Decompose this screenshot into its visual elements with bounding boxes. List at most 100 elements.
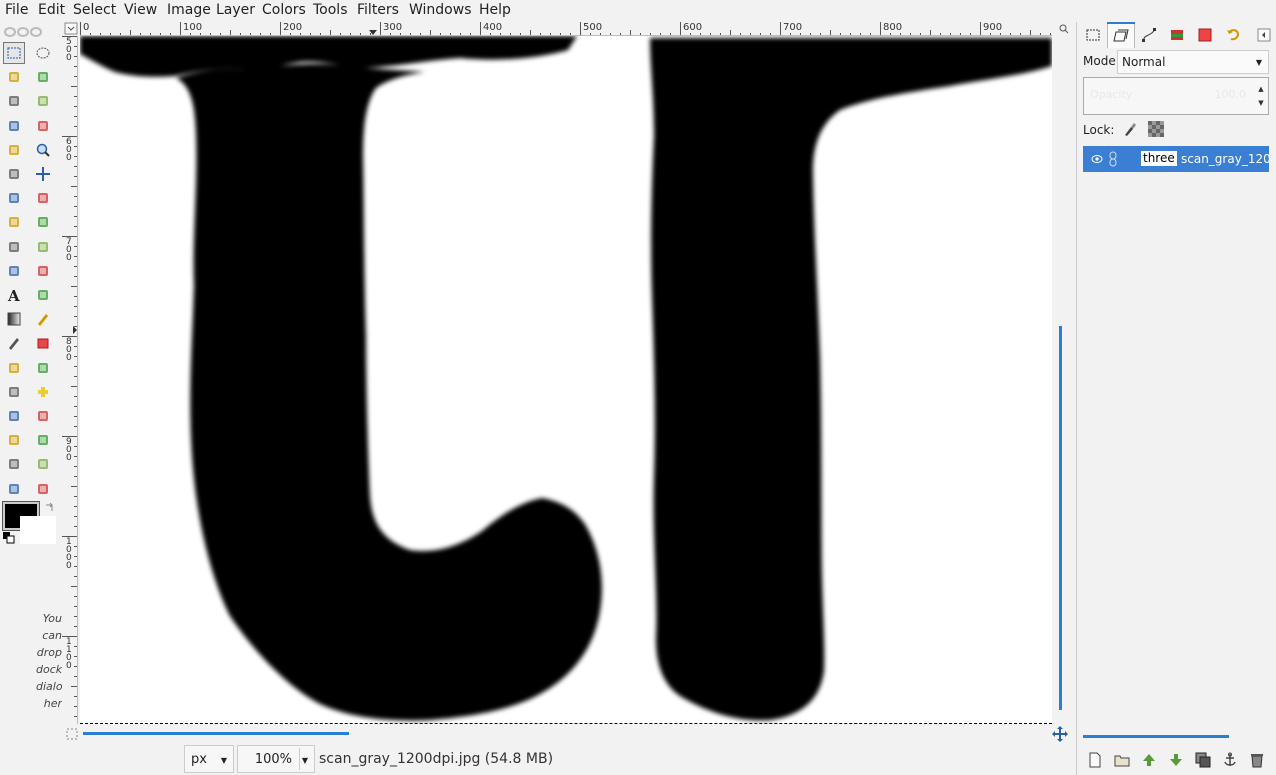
tool-foreground-select[interactable] xyxy=(3,115,25,137)
lower-layer-button[interactable] xyxy=(1166,750,1186,770)
menu-windows[interactable]: Windows xyxy=(409,2,472,18)
layer-row[interactable]: three scan_gray_1200dpi.jpg xyxy=(1083,146,1269,172)
color-picker-icon xyxy=(9,144,19,155)
tool-paths[interactable] xyxy=(32,115,54,137)
tool-rotate[interactable] xyxy=(3,211,25,233)
tool-cage-transform[interactable] xyxy=(32,260,54,282)
tool-select-by-color[interactable] xyxy=(3,90,25,112)
tool-airbrush[interactable] xyxy=(3,357,25,379)
anchor-layer-button[interactable] xyxy=(1220,750,1240,770)
navigate-icon[interactable] xyxy=(1052,726,1068,742)
vertical-scrollbar[interactable] xyxy=(1058,36,1064,724)
horizontal-scrollbar[interactable] xyxy=(80,730,1052,736)
chain-link-icon[interactable] xyxy=(1107,150,1119,168)
tool-measure[interactable] xyxy=(3,163,25,185)
menu-edit[interactable]: Edit xyxy=(38,2,65,18)
tool-heal[interactable] xyxy=(32,381,54,403)
new-layer-button[interactable] xyxy=(1085,750,1105,770)
menu-view[interactable]: View xyxy=(124,2,157,18)
tool-perspective[interactable] xyxy=(32,236,54,258)
menu-colors[interactable]: Colors xyxy=(262,2,306,18)
tool-smudge[interactable] xyxy=(3,429,25,451)
background-color-swatch[interactable] xyxy=(20,516,56,544)
tool-gegl-operation[interactable] xyxy=(32,478,54,500)
quick-mask-icon[interactable] xyxy=(66,728,78,740)
new-layer-group-button[interactable] xyxy=(1112,750,1132,770)
tab-patterns[interactable] xyxy=(1163,22,1191,48)
scrollbar-thumb[interactable] xyxy=(83,732,349,735)
tool-unified-transform[interactable] xyxy=(3,453,25,475)
tab-paths[interactable] xyxy=(1135,22,1163,48)
swap-colors-icon[interactable] xyxy=(44,502,56,514)
tool-eraser[interactable] xyxy=(32,332,54,354)
opacity-spinner[interactable]: ▲ ▼ xyxy=(1256,82,1266,110)
tool-dodge-burn[interactable] xyxy=(32,429,54,451)
duplicate-layer-button[interactable] xyxy=(1193,750,1213,770)
ruler-label: 300 xyxy=(383,22,403,33)
file-info: scan_gray_1200dpi.jpg (54.8 MB) xyxy=(319,751,554,767)
tool-handle-transform[interactable] xyxy=(32,453,54,475)
tool-warp-transform[interactable] xyxy=(3,478,25,500)
tool-zoom[interactable] xyxy=(32,139,54,161)
menu-file[interactable]: File xyxy=(5,2,28,18)
tool-bucket-fill[interactable] xyxy=(32,284,54,306)
menu-layer[interactable]: Layer xyxy=(216,2,255,18)
tab-layers[interactable] xyxy=(1107,22,1135,48)
menu-select[interactable]: Select xyxy=(73,2,116,18)
tab-palettes[interactable] xyxy=(1191,22,1219,48)
lock-alpha-icon[interactable] xyxy=(1148,121,1164,137)
image-canvas[interactable] xyxy=(80,36,1052,724)
menu-filters[interactable]: Filters xyxy=(357,2,399,18)
scrollbar-thumb[interactable] xyxy=(1059,326,1062,710)
menu-tools[interactable]: Tools xyxy=(313,2,348,18)
tool-crop[interactable] xyxy=(32,187,54,209)
tool-paintbrush[interactable] xyxy=(3,332,25,354)
layer-name[interactable]: scan_gray_1200dpi.jpg xyxy=(1181,152,1269,166)
tool-scale[interactable] xyxy=(32,211,54,233)
horizontal-ruler[interactable]: 0 100 200 300 400 500 600 700 800 900 xyxy=(80,22,1052,36)
tool-rect-select[interactable] xyxy=(3,42,25,64)
vertical-ruler[interactable]: 500 600 700 800 900 1000 1100 xyxy=(62,36,78,724)
default-colors-icon[interactable] xyxy=(3,532,15,544)
zoom-fit-icon[interactable] xyxy=(1059,24,1069,34)
mode-select[interactable]: Normal ▼ xyxy=(1117,50,1269,74)
tool-ellipse-select[interactable] xyxy=(32,42,54,64)
tool-pencil[interactable] xyxy=(32,308,54,330)
tool-fuzzy-select[interactable] xyxy=(32,66,54,88)
dock-menu-icon[interactable] xyxy=(1257,28,1271,42)
tool-clone[interactable] xyxy=(3,381,25,403)
layers-scrollbar[interactable] xyxy=(1083,735,1229,738)
duplicate-icon xyxy=(1195,752,1211,768)
tool-shear[interactable] xyxy=(3,236,25,258)
align-icon xyxy=(9,193,19,204)
tool-free-select[interactable] xyxy=(3,66,25,88)
pencil-icon xyxy=(38,314,48,327)
perspective-icon xyxy=(38,241,48,252)
tool-text[interactable]: A xyxy=(3,284,25,306)
quick-menu-icon[interactable] xyxy=(64,22,78,35)
tool-align[interactable] xyxy=(3,187,25,209)
tool-move[interactable] xyxy=(32,163,54,185)
delete-layer-button[interactable] xyxy=(1247,750,1267,770)
eye-icon[interactable] xyxy=(1090,153,1104,165)
tool-blur-sharpen[interactable] xyxy=(32,405,54,427)
tool-ink[interactable] xyxy=(32,357,54,379)
zoom-select[interactable]: 100% ▼ xyxy=(237,745,315,773)
tab-tool-options[interactable] xyxy=(1079,22,1107,48)
tool-perspective-clone[interactable] xyxy=(3,405,25,427)
tool-flip[interactable] xyxy=(3,260,25,282)
menu-image[interactable]: Image xyxy=(167,2,211,18)
tool-color-picker[interactable] xyxy=(3,139,25,161)
tab-undo-history[interactable] xyxy=(1219,22,1247,48)
ruler-label: 800 xyxy=(66,337,72,363)
unit-select[interactable]: px ▼ xyxy=(184,745,234,773)
unified-transform-icon xyxy=(9,459,19,470)
opacity-slider[interactable]: Opacity 100.0 ▲ ▼ xyxy=(1083,77,1269,115)
menu-help[interactable]: Help xyxy=(479,2,511,18)
tool-blend[interactable] xyxy=(3,308,25,330)
raise-layer-button[interactable] xyxy=(1139,750,1159,770)
shear-icon xyxy=(9,241,19,252)
lock-pixels-icon[interactable] xyxy=(1122,121,1138,137)
chevron-down-icon: ▼ xyxy=(220,756,227,765)
tool-scissors-select[interactable] xyxy=(32,90,54,112)
